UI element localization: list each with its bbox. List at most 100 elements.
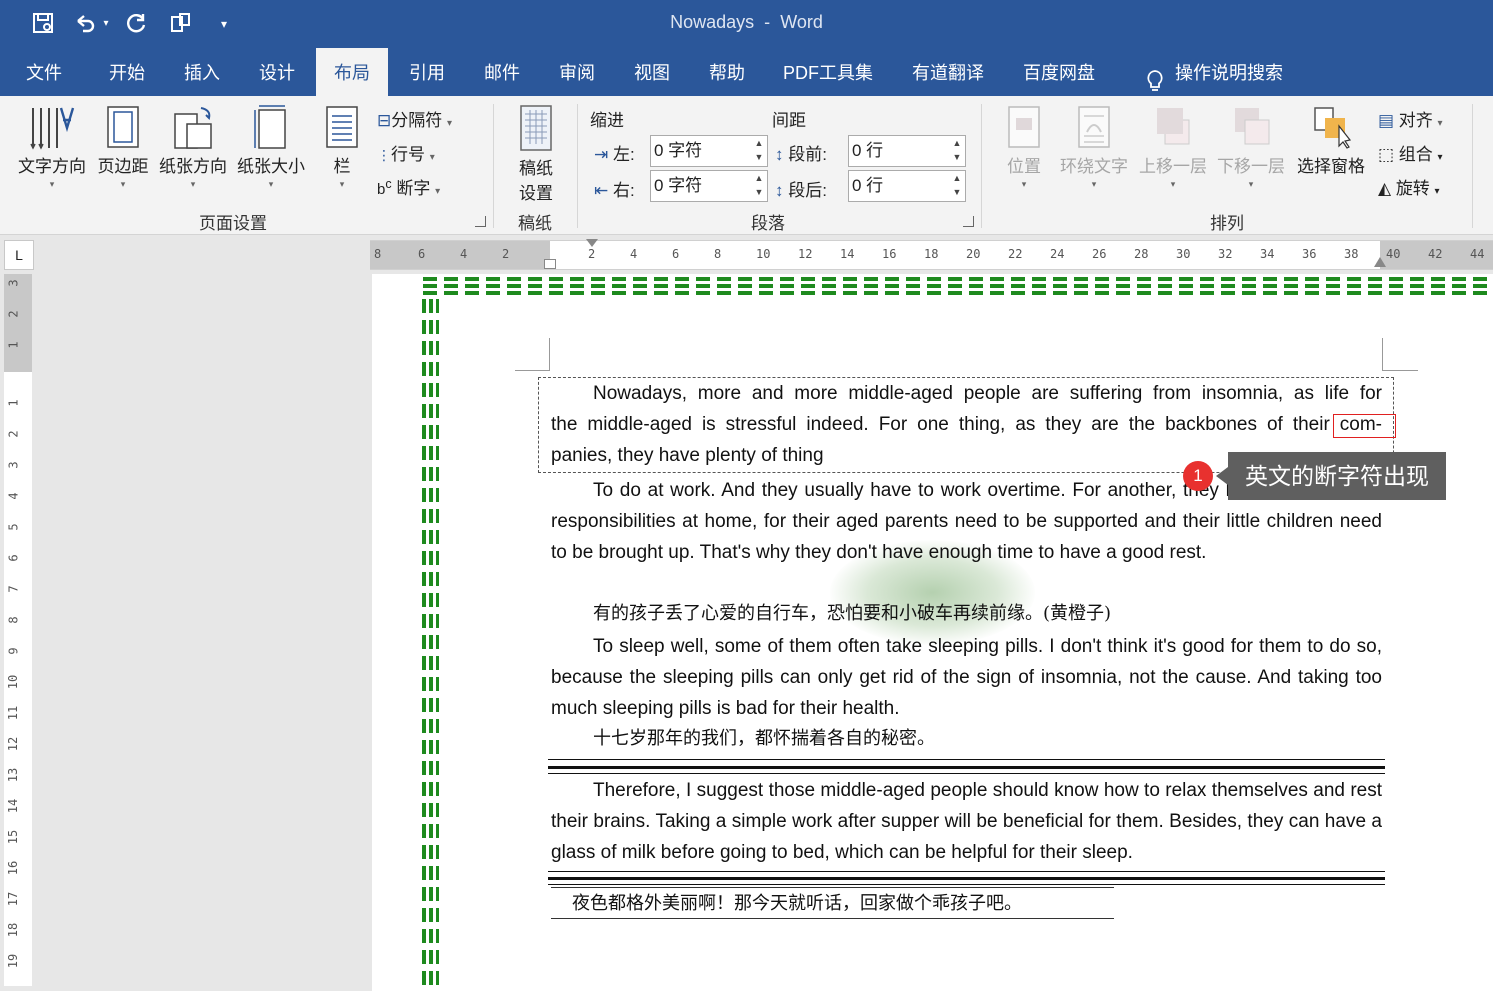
paragraph-3[interactable]: To sleep well, some of them often take s…	[551, 631, 1382, 724]
group-objects-button[interactable]: ⬚ 组合 ▾	[1378, 140, 1443, 165]
bring-forward-button[interactable]: 上移一层 ▾	[1136, 104, 1210, 190]
spacing-after-icon: ↕	[775, 181, 784, 200]
ruler-tick-label: 17	[6, 891, 21, 907]
ruler-tick-label: 38	[1344, 247, 1359, 261]
rotate-icon: ◭	[1378, 179, 1392, 198]
ruler-tick-label: 5	[6, 523, 21, 531]
spinner-arrows-icon[interactable]: ▲ ▼	[949, 136, 965, 166]
tab-references[interactable]: 引用	[392, 48, 462, 96]
tab-layout[interactable]: 布局	[316, 48, 388, 96]
ruler-tick-label: 20	[966, 247, 981, 261]
divider	[493, 104, 494, 228]
tab-mailings[interactable]: 邮件	[467, 48, 537, 96]
chinese-line-1[interactable]: 有的孩子丢了心爱的自行车，恐怕要和小破车再续前缘。(黄橙子)	[551, 598, 1382, 629]
ruler-tick-label: 4	[460, 247, 468, 261]
tab-file[interactable]: 文件	[8, 48, 80, 96]
window-title: Nowadays - Word	[670, 12, 823, 32]
ruler-tick-label: 4	[630, 247, 638, 261]
double-line-rule	[548, 877, 1385, 880]
paragraph-4[interactable]: Therefore, I suggest those middle-aged p…	[551, 775, 1382, 868]
paragraph-1-line-3: panies, they have plenty of thing	[551, 445, 824, 466]
hyphenation-button[interactable]: bc 断字 ▾	[377, 174, 440, 199]
tab-baidu[interactable]: 百度网盘	[1014, 48, 1104, 96]
indent-left-input[interactable]: 0 字符 ▲ ▼	[650, 135, 768, 167]
group-paragraph-label: 段落	[751, 214, 785, 233]
text-direction-button[interactable]: 文字方向 ▾	[14, 104, 90, 190]
rotate-button[interactable]: ◭ 旋转 ▾	[1378, 174, 1440, 199]
ruler-tick-label: 10	[6, 674, 21, 690]
left-indent-marker-icon[interactable]	[544, 259, 556, 269]
tab-help[interactable]: 帮助	[692, 48, 762, 96]
chinese-line-3[interactable]: 夜色都格外美丽啊！那今天就听话，回家做个乖孩子吧。	[572, 888, 1112, 919]
columns-button[interactable]: 栏 ▾	[322, 104, 362, 190]
paper-size-icon	[254, 105, 286, 149]
double-line-rule	[548, 773, 1385, 774]
orientation-icon	[174, 107, 212, 149]
tab-design[interactable]: 设计	[242, 48, 312, 96]
ruler-tick-label: 36	[1302, 247, 1317, 261]
tell-me-search[interactable]: 操作说明搜索	[1134, 48, 1294, 96]
wrap-text-icon	[1078, 106, 1110, 148]
tab-review[interactable]: 审阅	[542, 48, 612, 96]
ruler-tick-label: 40	[1386, 247, 1401, 261]
page-setup-launcher-icon[interactable]	[475, 216, 486, 227]
spinner-arrows-icon[interactable]: ▲ ▼	[751, 136, 767, 166]
size-button[interactable]: 纸张大小 ▾	[234, 104, 308, 190]
ruler-tick-label: 18	[924, 247, 939, 261]
right-indent-marker-icon[interactable]	[1374, 257, 1386, 267]
orientation-button[interactable]: 纸张方向 ▾	[156, 104, 230, 190]
ruler-tick-label: 6	[672, 247, 680, 261]
wrap-text-button[interactable]: 环绕文字 ▾	[1058, 104, 1130, 190]
tab-insert[interactable]: 插入	[167, 48, 237, 96]
send-backward-button[interactable]: 下移一层 ▾	[1214, 104, 1288, 190]
paragraph-launcher-icon[interactable]	[963, 216, 974, 227]
ruler-tick-label: 32	[1218, 247, 1233, 261]
crop-mark-right	[1382, 338, 1418, 371]
spacing-after-label: ↕ 段后:	[775, 181, 827, 200]
chinese-line-1-text: 有的孩子丢了心爱的自行车，恐怕要和小破车再续前缘。(黄橙子)	[593, 603, 1112, 624]
chinese-line-2[interactable]: 十七岁那年的我们，都怀揣着各自的秘密。	[551, 723, 1382, 754]
ruler-tick-label: 8	[374, 247, 382, 261]
position-button[interactable]: 位置 ▾	[996, 104, 1052, 190]
tab-pdf-tools[interactable]: PDF工具集	[775, 48, 881, 96]
tab-selector[interactable]: L	[4, 240, 34, 270]
indent-right-icon: ⇤	[594, 181, 609, 200]
ruler-tick-label: 8	[6, 616, 21, 624]
bring-forward-icon	[1157, 108, 1190, 145]
spacing-before-input[interactable]: 0 行 ▲ ▼	[848, 135, 966, 167]
ruler-tick-label: 2	[6, 430, 21, 438]
indent-right-input[interactable]: 0 字符 ▲ ▼	[650, 170, 768, 202]
columns-icon	[326, 106, 358, 148]
draft-settings-button[interactable]: 稿纸 设置	[506, 104, 566, 204]
ruler-tick-label: 30	[1176, 247, 1191, 261]
line-numbers-icon: ⋮	[377, 147, 391, 163]
selection-pane-button[interactable]: 选择窗格	[1293, 104, 1369, 177]
ruler-tick-label: 44	[1470, 247, 1485, 261]
align-button[interactable]: ▤ 对齐 ▾	[1378, 106, 1443, 131]
tree-page-border-top	[420, 276, 1493, 298]
divider	[1472, 104, 1473, 228]
step-badge: 1	[1183, 461, 1213, 491]
ruler-tick-label: 14	[6, 798, 21, 814]
breaks-button[interactable]: ⊟分隔符 ▾	[377, 106, 452, 131]
horizontal-ruler[interactable]: 8 6 4 2 2 4 6 8 10 12 14 16 18 20 22 24 26 28 30 32 34 36…	[370, 239, 1493, 270]
double-line-rule	[548, 759, 1385, 760]
first-line-indent-marker-icon[interactable]	[586, 239, 598, 247]
margins-button[interactable]: 页边距 ▾	[93, 104, 153, 190]
line-numbers-button[interactable]: ⋮行号 ▾	[377, 140, 435, 165]
send-backward-icon	[1235, 108, 1270, 145]
vertical-ruler[interactable]: 321 1 2 3 4 5 6 7 8 9 10 11 12 13 14 15 16 17 18 19	[4, 274, 32, 986]
indent-left-icon: ⇥	[594, 145, 609, 164]
spinner-arrows-icon[interactable]: ▲ ▼	[949, 171, 965, 201]
ruler-tick-label: 28	[1134, 247, 1149, 261]
ruler-tick-label: 11	[6, 705, 21, 721]
tab-view[interactable]: 视图	[617, 48, 687, 96]
spacing-after-input[interactable]: 0 行 ▲ ▼	[848, 170, 966, 202]
ruler-tick-label: 42	[1428, 247, 1443, 261]
ruler-margin-top	[4, 274, 32, 372]
tab-home[interactable]: 开始	[92, 48, 162, 96]
divider	[577, 104, 578, 228]
tab-youdao[interactable]: 有道翻译	[903, 48, 993, 96]
ruler-tick-label: 24	[1050, 247, 1065, 261]
spinner-arrows-icon[interactable]: ▲ ▼	[751, 171, 767, 201]
